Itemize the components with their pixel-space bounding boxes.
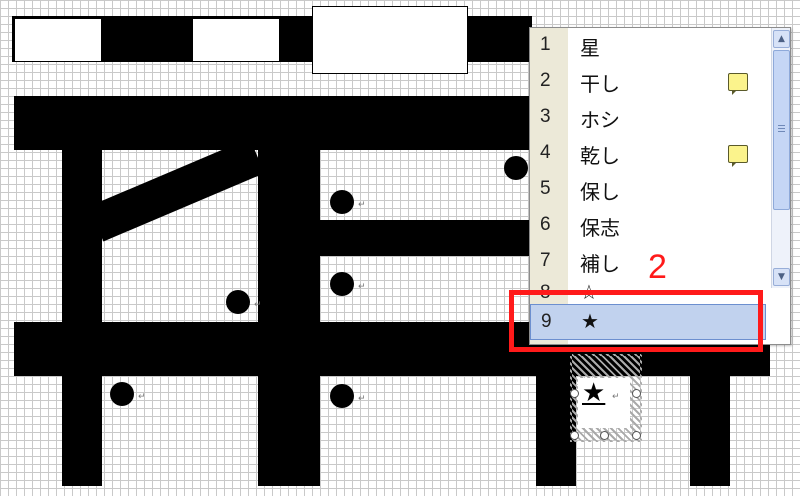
scrollbar-grip bbox=[778, 128, 785, 129]
resize-handle[interactable] bbox=[600, 431, 609, 440]
shape-diagonal-bar bbox=[88, 138, 265, 242]
candidate-item-2[interactable]: 2 干し bbox=[530, 64, 770, 100]
candidate-item-1[interactable]: 1 星 bbox=[530, 28, 770, 64]
resize-handle[interactable] bbox=[570, 431, 579, 440]
bullet-dot bbox=[504, 156, 528, 180]
candidate-item-6[interactable]: 6 保志 bbox=[530, 208, 770, 244]
candidate-number: 2 bbox=[540, 70, 551, 91]
bullet-dot bbox=[226, 290, 250, 314]
step-number-callout: 2 bbox=[648, 248, 667, 286]
candidate-text: 保志 bbox=[580, 216, 620, 240]
candidate-item-3[interactable]: 3 ホシ bbox=[530, 100, 770, 136]
scrollbar-grip bbox=[778, 131, 785, 132]
candidate-item-4[interactable]: 4 乾し bbox=[530, 136, 770, 172]
textbox-star-symbol: ★ bbox=[582, 378, 606, 408]
highlight-frame bbox=[509, 290, 763, 352]
bullet-dot bbox=[330, 190, 354, 214]
resize-handle[interactable] bbox=[632, 389, 641, 398]
scrollbar-grip bbox=[778, 125, 785, 126]
candidate-text: ホシ bbox=[580, 108, 620, 132]
resize-handle[interactable] bbox=[632, 431, 641, 440]
paragraph-mark: ↵ bbox=[138, 392, 146, 402]
textbox-frame[interactable] bbox=[570, 354, 642, 442]
paragraph-mark: ↵ bbox=[612, 392, 620, 402]
candidate-number: 4 bbox=[540, 142, 551, 163]
shape-mid-bar bbox=[320, 220, 532, 256]
shape-center-post bbox=[258, 150, 320, 486]
shape-right-post-2 bbox=[690, 376, 730, 486]
top-white-box-1 bbox=[14, 18, 102, 62]
candidate-number: 1 bbox=[540, 34, 551, 55]
candidate-text: 乾し bbox=[580, 144, 620, 168]
candidate-number: 5 bbox=[540, 178, 551, 199]
top-white-box-2 bbox=[192, 18, 280, 62]
paragraph-mark: ↵ bbox=[254, 300, 262, 310]
candidate-text: 干し bbox=[580, 72, 620, 96]
paragraph-mark: ↵ bbox=[358, 282, 366, 292]
candidate-text: 星 bbox=[580, 36, 600, 60]
candidate-item-5[interactable]: 5 保し bbox=[530, 172, 770, 208]
paragraph-mark: ↵ bbox=[358, 200, 366, 210]
bullet-dot bbox=[330, 384, 354, 408]
candidate-scrollbar[interactable]: ▲ ▼ bbox=[771, 28, 790, 288]
candidate-text: 補し bbox=[580, 252, 620, 276]
shape-left-post bbox=[62, 150, 102, 486]
chevron-down-icon[interactable]: ▼ bbox=[773, 268, 790, 286]
bullet-dot bbox=[110, 382, 134, 406]
candidate-number: 3 bbox=[540, 106, 551, 127]
top-white-box-3 bbox=[312, 6, 468, 74]
scrollbar-thumb[interactable] bbox=[773, 50, 790, 210]
bullet-dot bbox=[330, 272, 354, 296]
candidate-number: 6 bbox=[540, 214, 551, 235]
shape-top-bar bbox=[14, 96, 534, 150]
dictionary-note-icon[interactable] bbox=[728, 145, 748, 167]
dictionary-note-icon[interactable] bbox=[728, 73, 748, 95]
candidate-text: 保し bbox=[580, 180, 620, 204]
paragraph-mark: ↵ bbox=[358, 394, 366, 404]
resize-handle[interactable] bbox=[570, 389, 579, 398]
chevron-up-icon[interactable]: ▲ bbox=[773, 30, 790, 48]
candidate-number: 7 bbox=[540, 250, 551, 271]
